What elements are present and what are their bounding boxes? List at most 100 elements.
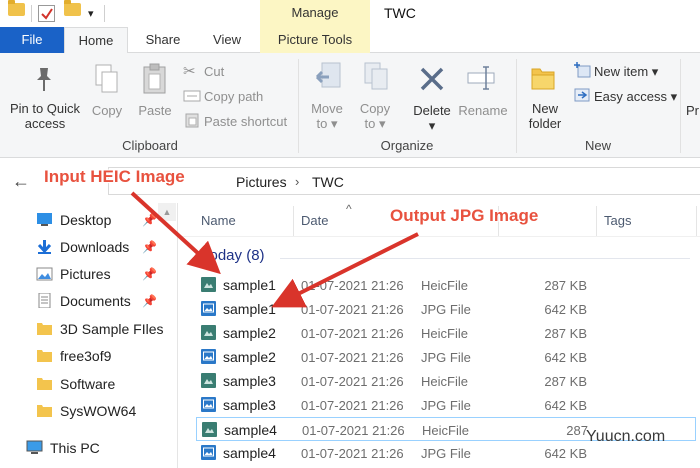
file-type: HeicFile [421,326,468,341]
divider [104,5,105,22]
back-arrow-icon[interactable]: ← [12,171,30,192]
nav-label: Pictures [60,266,111,282]
table-row[interactable]: sample2 01-07-2021 21:26 JPG File 642 KB [196,345,696,369]
jpg-file-icon [201,397,216,412]
table-row[interactable]: sample3 01-07-2021 21:26 JPG File 642 KB [196,393,696,417]
new-folder-line1: New [531,101,558,116]
copy-to-label-line2: to [364,116,376,131]
file-size: 642 KB [544,302,587,317]
copy-to-button[interactable]: Copy to ▾ [356,101,394,131]
file-date: 01-07-2021 21:26 [301,350,404,365]
move-to-button[interactable]: Move to ▾ [308,101,346,131]
pin-icon [37,68,51,91]
easy-access-button[interactable]: Easy access ▾ [594,89,677,105]
properties-check-icon[interactable] [38,5,55,22]
nav-item-folder[interactable]: 3D Sample FIles [0,317,176,341]
table-row[interactable]: sample1 01-07-2021 21:26 JPG File 642 KB [196,297,696,321]
cut-button[interactable]: Cut [204,64,224,79]
nav-item-this-pc[interactable]: This PC [0,436,166,460]
column-name[interactable]: Name [201,213,236,228]
file-size: 287 [566,423,588,438]
column-divider[interactable] [293,206,294,236]
nav-item-folder[interactable]: SysWOW64 [0,399,176,423]
pin-icon[interactable]: 📌 [142,240,157,254]
column-date[interactable]: Date [301,213,328,228]
pin-icon[interactable]: 📌 [142,294,157,308]
rename-icon [467,66,495,90]
file-size: 287 KB [544,326,587,341]
new-item-button[interactable]: New item ▾ [594,64,658,80]
heic-file-icon [201,373,216,388]
file-date: 01-07-2021 21:26 [301,278,404,293]
table-row[interactable]: sample2 01-07-2021 21:26 HeicFile 287 KB [196,321,696,345]
breadcrumb-twc[interactable]: TWC [312,174,344,190]
sort-caret-icon: ^ [346,202,352,216]
copy-to-label-line1: Copy [359,101,391,116]
file-type: JPG File [421,302,471,317]
file-name: sample2 [223,349,276,365]
tab-file[interactable]: File [0,27,64,53]
file-type: HeicFile [422,423,469,438]
nav-label: This PC [50,440,100,456]
paste-shortcut-button[interactable]: Paste shortcut [204,114,287,129]
tab-view[interactable]: View [204,27,250,53]
group-divider [280,258,690,259]
new-item-icon [574,62,591,78]
pin-icon[interactable]: 📌 [142,267,157,281]
folder-icon [37,323,52,335]
group-header-today[interactable]: Today (8) [202,247,265,264]
file-size: 642 KB [544,446,587,461]
paste-icon [143,63,166,94]
new-folder-button[interactable]: New folder [522,101,568,131]
documents-icon [38,293,51,308]
breadcrumb-pictures[interactable]: Pictures [236,174,287,190]
file-type: JPG File [421,446,471,461]
new-folder-icon[interactable] [64,0,81,16]
nav-label: Desktop [60,212,112,228]
copy-to-icon [364,62,388,90]
copy-button[interactable]: Copy [88,103,126,118]
nav-label: Software [60,376,116,392]
address-field[interactable] [108,167,700,195]
nav-item-downloads[interactable]: Downloads 📌 [0,235,176,259]
nav-item-pictures[interactable]: Pictures 📌 [0,262,176,286]
tab-home[interactable]: Home [64,27,128,54]
move-label-line1: Move [311,101,343,116]
file-date: 01-07-2021 21:26 [301,326,404,341]
quick-access-menu-icon[interactable]: ▾ [88,7,94,24]
manage-context-tab[interactable]: Manage [260,0,370,27]
file-size: 642 KB [544,350,587,365]
breadcrumb-separator[interactable]: › [295,174,299,189]
paste-button[interactable]: Paste [135,103,175,118]
copy-path-button[interactable]: Copy path [204,89,263,104]
delete-button[interactable]: Delete ▾ [408,103,456,133]
nav-item-desktop[interactable]: Desktop 📌 [0,208,176,232]
pin-to-quick-access-button[interactable]: Pin to Quick access [4,101,86,131]
table-row[interactable]: sample3 01-07-2021 21:26 HeicFile 287 KB [196,369,696,393]
new-folder-large-icon [531,68,555,90]
heic-file-icon [201,325,216,340]
input-heic-callout: Input HEIC Image [44,167,185,186]
folder-icon[interactable] [8,0,25,16]
table-row[interactable]: sample1 01-07-2021 21:26 HeicFile 287 KB [196,273,696,297]
column-divider[interactable] [696,206,697,236]
column-tags[interactable]: Tags [604,213,631,228]
delete-x-icon [420,67,444,91]
column-divider[interactable] [596,206,597,236]
rename-button[interactable]: Rename [456,103,510,118]
output-jpg-callout: Output JPG Image [390,206,539,225]
pin-icon[interactable]: 📌 [142,213,157,227]
tab-share[interactable]: Share [134,27,192,53]
file-name: sample1 [223,277,276,293]
nav-item-documents[interactable]: Documents 📌 [0,289,176,313]
properties-button-partial[interactable]: Pr [686,103,700,118]
easy-access-icon [574,88,590,102]
navigation-pane: ▲ Desktop 📌 Downloads 📌 Pictures 📌 Docum… [0,203,178,468]
nav-item-folder[interactable]: Software [0,372,176,396]
tab-picture-tools[interactable]: Picture Tools [260,27,370,53]
file-type: JPG File [421,398,471,413]
file-type: HeicFile [421,278,468,293]
nav-item-folder[interactable]: free3of9 [0,344,176,368]
easy-access-label: Easy access [594,89,667,104]
divider [516,59,517,153]
